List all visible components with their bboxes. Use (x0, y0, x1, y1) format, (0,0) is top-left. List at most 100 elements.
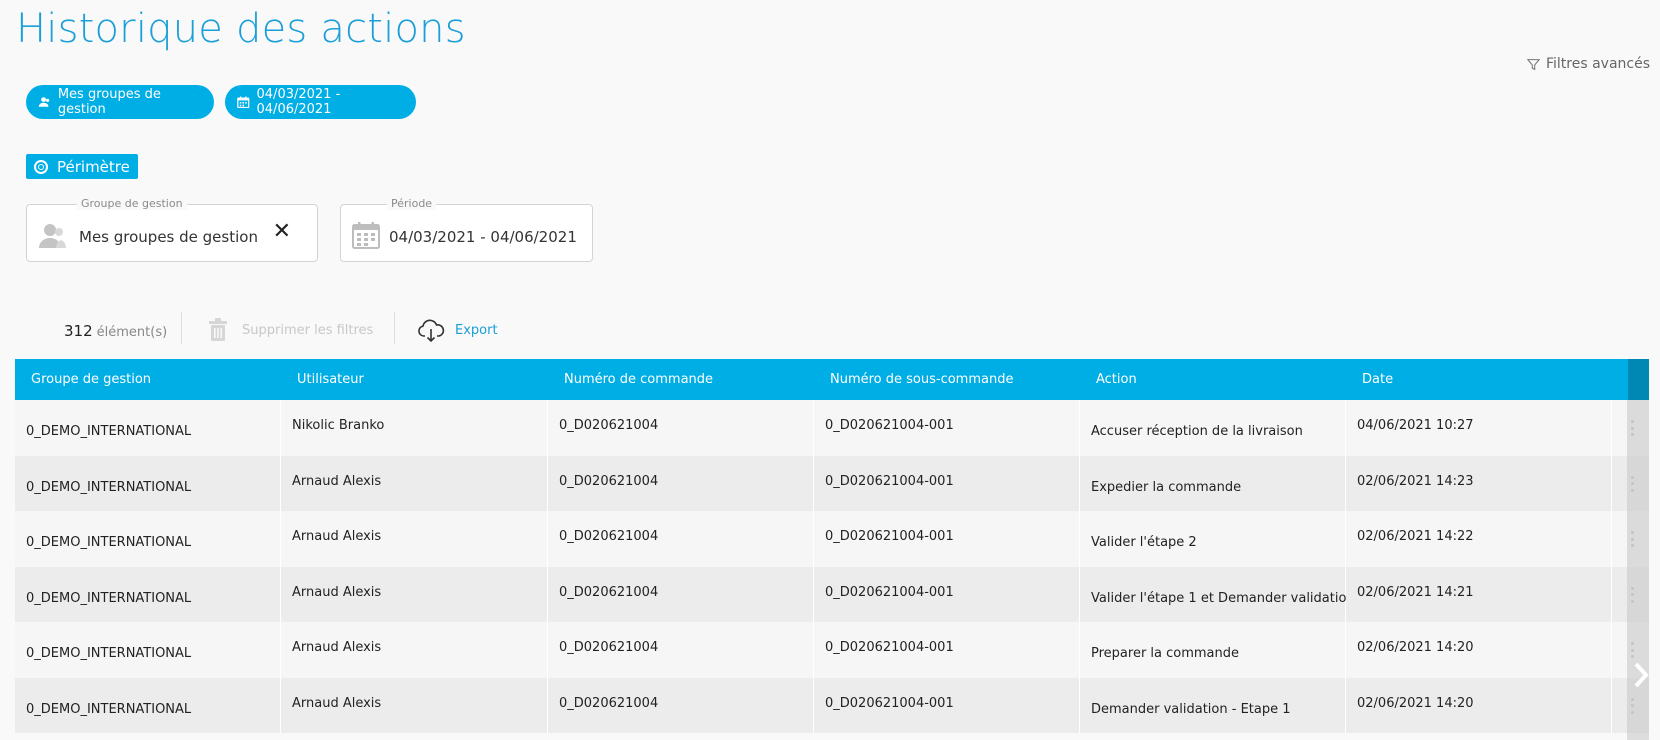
column-header[interactable]: Action (1080, 359, 1346, 400)
table-row[interactable]: 0_DEMO_INTERNATIONAL Arnaud Alexis 0_D0206… (15, 455, 1649, 511)
cell-text: 0_D020621004 (559, 529, 659, 544)
table-row[interactable]: 0_DEMO_INTERNATIONAL Nikolic Branko 0_D020… (15, 400, 1649, 456)
table-cell: 0_D020621004-001 (814, 400, 1080, 456)
cell-text: 0_D020621004 (559, 473, 659, 489)
table-cell: 0_DEMO_INTERNATIONAL (15, 511, 281, 567)
table-cell: Arnaud Alexis (281, 566, 548, 622)
table-cell: 0_D020621004-001 (814, 622, 1080, 678)
cloud-download-icon (418, 319, 445, 343)
table-header: Groupe de gestion Utilisateur Numéro de … (15, 359, 1649, 400)
period-field-value: 04/03/2021 - 04/06/2021 (389, 228, 577, 246)
calendar-icon (237, 96, 250, 109)
perimetre-label: Périmètre (57, 157, 130, 176)
results-count-unit: élément(s) (96, 325, 168, 340)
cell-text: 0_D020621004 (559, 640, 659, 655)
cell-text: 0_D020621004 (559, 695, 659, 711)
cell-text: 0_D020621004 (559, 418, 659, 433)
period-field[interactable]: Période 04/03/2021 - 04/06/2021 (340, 197, 593, 262)
column-header[interactable]: Groupe de gestion (15, 359, 281, 400)
cell-text: Arnaud Alexis (292, 584, 382, 600)
table-cell: 0_DEMO_INTERNATIONAL (15, 400, 281, 456)
results-count-value: 312 (64, 322, 93, 340)
table-cell: 0_DEMO_INTERNATIONAL (15, 455, 281, 511)
cell-text: 0_D020621004-001 (825, 473, 954, 489)
cell-text: Arnaud Alexis (292, 695, 382, 711)
table-cell: Arnaud Alexis (281, 622, 548, 678)
chip-group-filter[interactable]: Mes groupes de gestion (26, 85, 214, 119)
cell-text: 0_D020621004-001 (825, 584, 954, 600)
export-label: Export (455, 322, 498, 338)
table-cell: Preparer la commande (1080, 622, 1346, 678)
cell-text: 0_DEMO_INTERNATIONAL (26, 424, 192, 439)
clear-group-button[interactable]: ✕ (273, 221, 291, 243)
table-cell: 0_D020621004 (548, 622, 814, 678)
table-row[interactable]: 0_DEMO_INTERNATIONAL Arnaud Alexis 0_D0206… (15, 622, 1649, 678)
cell-text: Valider l'étape 1 et Demander validation… (1091, 590, 1346, 606)
column-header[interactable]: Date (1346, 359, 1612, 400)
table-cell: 0_D020621004 (548, 400, 814, 456)
cell-text: Demander validation - Etape 1 (1091, 701, 1291, 717)
clear-filters-label: Supprimer les filtres (242, 322, 374, 338)
chip-group-label: Mes groupes de gestion (57, 87, 161, 117)
table-cell: Valider l'étape 1 et Demander validation… (1080, 566, 1346, 622)
table-cell: 02/06/2021 14:21 (1346, 566, 1612, 622)
cell-text: 02/06/2021 14:23 (1357, 473, 1474, 489)
cell-text: Nikolic Branko (292, 418, 385, 433)
filter-icon (1526, 58, 1540, 70)
cell-text: Arnaud Alexis (292, 640, 382, 655)
user-group-icon (38, 97, 50, 107)
chip-period-filter[interactable]: 04/03/2021 - 04/06/2021 (225, 85, 416, 119)
cell-text: 0_D020621004-001 (825, 418, 954, 433)
cell-text: 02/06/2021 14:20 (1357, 695, 1474, 711)
cell-text: 0_D020621004-001 (825, 695, 954, 711)
table-row[interactable]: 0_DEMO_INTERNATIONAL Arnaud Alexis 0_D0206… (15, 566, 1649, 622)
column-header-end (1628, 359, 1649, 400)
chevron-right-icon[interactable] (1631, 660, 1651, 690)
cell-text: 0_D020621004-001 (825, 529, 954, 544)
cell-text: 02/06/2021 14:22 (1357, 529, 1474, 544)
advanced-filters-button[interactable]: Filtres avancés (1526, 56, 1650, 72)
table-row[interactable]: 0_DEMO_INTERNATIONAL Arnaud Alexis 0_D0206… (15, 511, 1649, 567)
cell-text: 0_D020621004-001 (825, 640, 954, 655)
cell-text: 0_DEMO_INTERNATIONAL (26, 701, 192, 717)
clear-filters-button[interactable]: Supprimer les filtres (204, 316, 373, 344)
table-cell: 0_D020621004 (548, 566, 814, 622)
table-toolbar: 312 élément(s) Supprimer les filtres Expo… (0, 312, 600, 348)
toolbar-divider (394, 312, 395, 344)
export-button[interactable]: Export (417, 316, 498, 344)
group-field[interactable]: Groupe de gestion Mes groupes de gestion… (26, 197, 318, 262)
table-cell: 0_D020621004-001 (814, 455, 1080, 511)
table-cell: 0_D020621004-001 (814, 511, 1080, 567)
chip-period-label: 04/03/2021 - 04/06/2021 (256, 87, 341, 117)
actions-table: Groupe de gestion Utilisateur Numéro de … (15, 359, 1649, 733)
table-cell: 0_D020621004-001 (814, 677, 1080, 733)
column-header[interactable]: Numéro de commande (548, 359, 814, 400)
results-count: 312 élément(s) (64, 322, 167, 340)
column-header[interactable]: Utilisateur (281, 359, 548, 400)
cell-text: 0_DEMO_INTERNATIONAL (26, 479, 192, 495)
cell-text: Valider l'étape 2 (1091, 535, 1197, 550)
table-row[interactable]: 0_DEMO_INTERNATIONAL Arnaud Alexis 0_D0206… (15, 677, 1649, 733)
table-cell: Expedier la commande (1080, 455, 1346, 511)
column-header[interactable]: Numéro de sous-commande (814, 359, 1080, 400)
table-cell: 02/06/2021 14:22 (1346, 511, 1612, 567)
table-cell: 02/06/2021 14:20 (1346, 677, 1612, 733)
cell-text: 02/06/2021 14:21 (1357, 584, 1474, 600)
calendar-icon (352, 222, 380, 249)
table-cell: 0_DEMO_INTERNATIONAL (15, 622, 281, 678)
cell-text: 0_DEMO_INTERNATIONAL (26, 535, 192, 550)
target-icon (34, 159, 48, 174)
table-cell: Arnaud Alexis (281, 455, 548, 511)
cell-text: 0_DEMO_INTERNATIONAL (26, 646, 192, 661)
cell-text: 04/06/2021 10:27 (1357, 418, 1474, 433)
table-cell: 0_D020621004-001 (814, 566, 1080, 622)
cell-text: 0_DEMO_INTERNATIONAL (26, 590, 192, 606)
group-field-label: Groupe de gestion (77, 197, 187, 210)
table-cell: 0_D020621004 (548, 677, 814, 733)
table-cell: 0_D020621004 (548, 455, 814, 511)
cell-text: Arnaud Alexis (292, 529, 382, 544)
table-cell: Arnaud Alexis (281, 677, 548, 733)
table-cell: 02/06/2021 14:23 (1346, 455, 1612, 511)
table-cell: Demander validation - Etape 1 (1080, 677, 1346, 733)
table-cell: 02/06/2021 14:20 (1346, 622, 1612, 678)
